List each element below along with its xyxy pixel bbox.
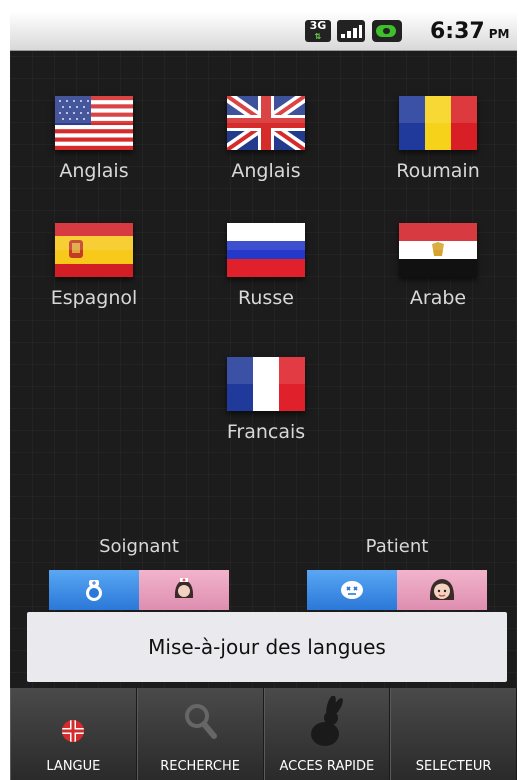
language-option-romanian[interactable]: Roumain bbox=[358, 96, 517, 182]
us-flag-icon bbox=[55, 96, 133, 150]
nurse-male-icon bbox=[86, 580, 102, 601]
france-flag-icon bbox=[227, 357, 305, 411]
language-option-arabic[interactable]: Arabe bbox=[358, 223, 517, 309]
patient-toggle bbox=[307, 570, 487, 610]
uk-flag-icon bbox=[227, 96, 305, 150]
tab-acces-rapide[interactable]: ACCES RAPIDE bbox=[263, 688, 391, 780]
language-option-russian[interactable]: Russe bbox=[186, 223, 346, 309]
tab-label: SELECTEUR bbox=[415, 759, 492, 774]
language-label: Anglais bbox=[59, 160, 129, 182]
patient-male-button[interactable] bbox=[307, 570, 397, 610]
romania-flag-icon bbox=[399, 96, 477, 150]
russia-flag-icon bbox=[227, 223, 305, 277]
caregiver-female-button[interactable] bbox=[139, 570, 229, 610]
signal-strength-icon bbox=[337, 20, 365, 42]
language-option-spanish[interactable]: Espagnol bbox=[14, 223, 174, 309]
tab-langue[interactable]: LANGUE bbox=[10, 688, 137, 780]
spain-flag-icon bbox=[55, 223, 133, 277]
tab-selecteur[interactable]: SELECTEUR bbox=[390, 688, 517, 780]
update-languages-button[interactable]: Mise-à-jour des langues bbox=[27, 612, 507, 682]
uk-flag-round-icon bbox=[62, 720, 85, 742]
clock: 6:37 PM bbox=[430, 19, 509, 44]
nurse-female-icon bbox=[174, 578, 194, 598]
caregiver-label: Soignant bbox=[99, 536, 179, 557]
language-option-english-uk[interactable]: Anglais bbox=[186, 96, 346, 182]
patient-female-icon bbox=[429, 579, 455, 600]
language-label: Espagnol bbox=[50, 287, 138, 309]
language-label: Russe bbox=[238, 287, 294, 309]
rabbit-icon bbox=[310, 696, 343, 746]
tab-label: LANGUE bbox=[46, 759, 101, 774]
battery-icon bbox=[372, 20, 402, 42]
language-label: Francais bbox=[226, 421, 306, 443]
language-label: Roumain bbox=[396, 160, 480, 182]
bottom-tab-bar: LANGUE RECHERCHE ACCES RAPIDE SELECTEUR bbox=[10, 688, 517, 780]
language-option-english-us[interactable]: Anglais bbox=[14, 96, 174, 182]
egypt-flag-icon bbox=[399, 223, 477, 277]
language-label: Anglais bbox=[231, 160, 301, 182]
patient-male-icon bbox=[341, 581, 363, 599]
clock-ampm: PM bbox=[488, 27, 510, 41]
language-option-french[interactable]: Francais bbox=[186, 357, 346, 443]
magnifier-icon bbox=[185, 704, 218, 739]
tab-label: ACCES RAPIDE bbox=[279, 759, 375, 774]
network-3g-icon: 3G ⇅ bbox=[305, 20, 331, 42]
caregiver-male-button[interactable] bbox=[49, 570, 139, 610]
app-screen: 3G ⇅ 6:37 PM Anglais Anglais Roumain Esp… bbox=[10, 12, 517, 780]
tab-label: RECHERCHE bbox=[160, 759, 240, 774]
language-label: Arabe bbox=[409, 287, 467, 309]
tab-recherche[interactable]: RECHERCHE bbox=[136, 688, 264, 780]
patient-female-button[interactable] bbox=[397, 570, 487, 610]
patient-label: Patient bbox=[365, 536, 429, 557]
clock-time: 6:37 bbox=[430, 19, 485, 44]
caregiver-toggle bbox=[49, 570, 229, 610]
status-bar: 3G ⇅ 6:37 PM bbox=[10, 12, 517, 51]
